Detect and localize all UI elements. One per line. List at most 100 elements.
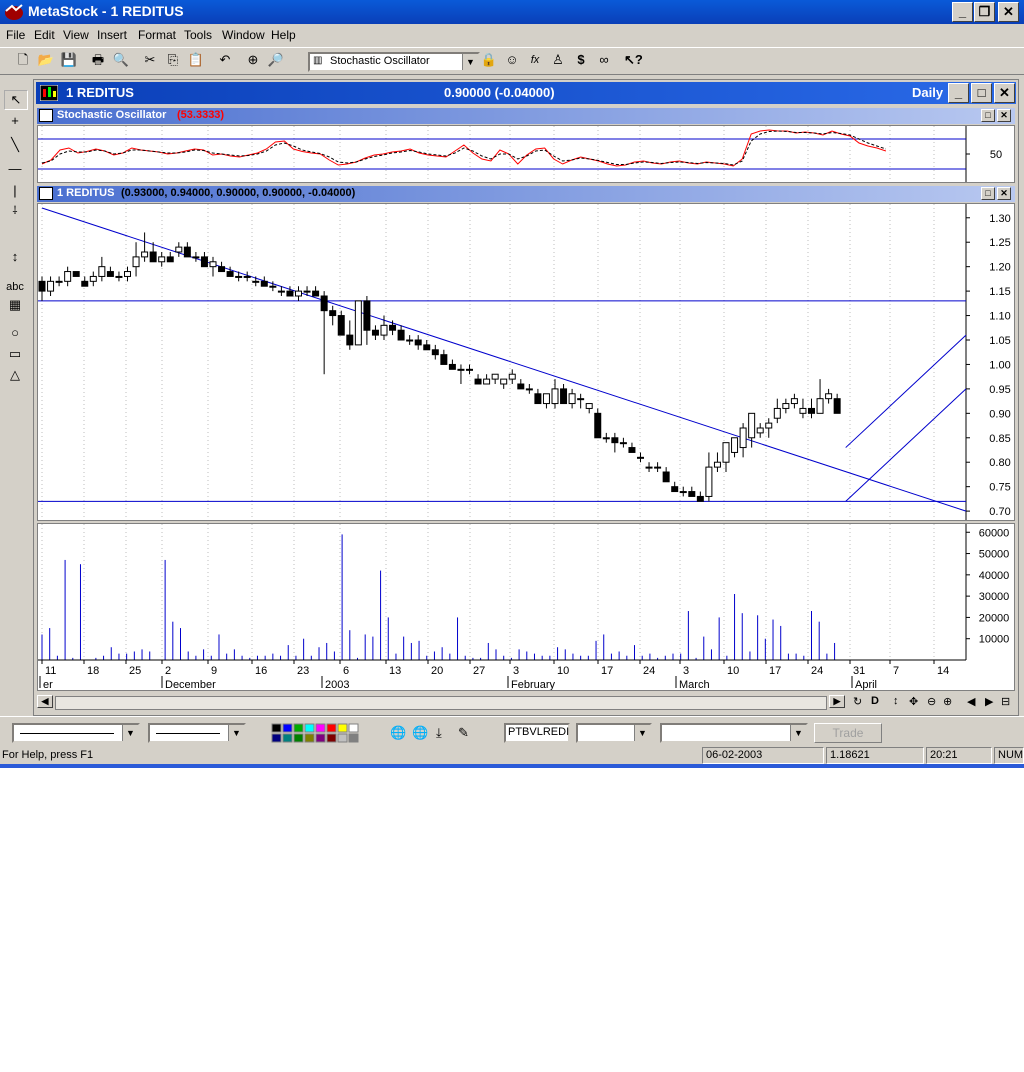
web-icon[interactable]: 🌐 xyxy=(390,725,406,741)
explorer-binoculars-icon[interactable]: ∞ xyxy=(595,51,613,69)
save-icon[interactable]: 💾 xyxy=(60,51,78,69)
scroll-left-arrow-icon[interactable]: ◀ xyxy=(37,695,53,708)
move-icon[interactable]: ✥ xyxy=(909,695,918,708)
page-left-icon[interactable]: ◀ xyxy=(967,695,975,708)
period-d-button[interactable]: D xyxy=(871,695,879,707)
chart-minimize-button[interactable]: _ xyxy=(948,83,969,103)
chevron-down-icon[interactable]: ▼ xyxy=(634,725,650,741)
trade-button[interactable]: Trade xyxy=(814,723,882,743)
menu-tools[interactable]: Tools xyxy=(184,28,212,42)
menu-file[interactable]: File xyxy=(6,28,25,42)
dollar-icon[interactable]: $ xyxy=(572,51,590,69)
candle-body xyxy=(594,412,602,439)
chart-maximize-button[interactable]: □ xyxy=(971,83,992,103)
candle-body xyxy=(440,354,448,365)
horizontal-line-tool-icon[interactable]: — xyxy=(4,160,26,178)
grid-tool-icon[interactable]: ▦ xyxy=(4,296,26,314)
price-restore-button[interactable]: □ xyxy=(981,187,995,200)
menu-view[interactable]: View xyxy=(63,28,89,42)
restore-button[interactable]: ❐ xyxy=(974,2,995,22)
chevron-down-icon[interactable]: ▼ xyxy=(462,54,478,70)
system-tester-icon[interactable]: ♙ xyxy=(549,51,567,69)
trendline-tool-icon[interactable]: ╲ xyxy=(4,136,26,154)
new-icon[interactable]: 🗋 xyxy=(14,51,32,69)
print-preview-icon[interactable]: 🔍 xyxy=(112,51,130,69)
candle-body xyxy=(132,256,140,268)
x-day-label: 24 xyxy=(811,665,823,677)
menu-window[interactable]: Window xyxy=(222,28,265,42)
print-icon[interactable]: 🖶 xyxy=(89,51,107,69)
chevron-down-icon[interactable]: ▼ xyxy=(228,725,244,741)
stoch-close-button[interactable]: ✕ xyxy=(997,109,1011,122)
menu-bar: File Edit View Insert Format Tools Windo… xyxy=(0,25,1024,45)
status-help: For Help, press F1 xyxy=(2,749,94,761)
undo-icon[interactable]: ↶ xyxy=(216,51,234,69)
vertical-line-tool-icon[interactable]: | xyxy=(4,182,26,200)
horizontal-scrollbar[interactable] xyxy=(55,696,827,710)
stoch-pane[interactable]: 50 xyxy=(37,125,1015,183)
candle-body xyxy=(731,437,739,453)
zoom-in-icon[interactable]: ⊕ xyxy=(943,695,952,708)
indicator-builder-icon[interactable]: 🔒 xyxy=(480,51,498,69)
expert-advisor-icon[interactable]: ☺ xyxy=(503,51,521,69)
chart-close-button[interactable]: ✕ xyxy=(994,83,1015,103)
price-close-button[interactable]: ✕ xyxy=(997,187,1011,200)
ellipse-tool-icon[interactable]: ○ xyxy=(4,324,26,342)
context-help-icon[interactable]: ↖? xyxy=(624,51,643,69)
pointer-tool-icon[interactable]: ↖ xyxy=(4,90,28,110)
title-bar: MetaStock - 1 REDITUS _ ❐ ✕ xyxy=(0,0,1024,24)
chart-edit-icon[interactable]: ✎ xyxy=(458,725,469,741)
account-select[interactable]: ▼ xyxy=(660,723,808,743)
paste-icon[interactable]: 📋 xyxy=(187,51,205,69)
download-icon[interactable]: ⤓ xyxy=(436,725,442,741)
text-tool-icon[interactable]: abc xyxy=(4,278,26,296)
triangle-tool-icon[interactable]: △ xyxy=(4,366,26,384)
cut-icon[interactable]: ✂ xyxy=(141,51,159,69)
y-tick-label: 1.15 xyxy=(989,286,1010,298)
zoom-out-icon[interactable]: ⊖ xyxy=(927,695,936,708)
indicator-select[interactable]: ▥ Stochastic Oscillator ▼ xyxy=(308,52,480,72)
trendline xyxy=(41,207,967,512)
symbol-field[interactable]: PTBVLREDI xyxy=(504,723,570,743)
line-weight-select[interactable]: ▼ xyxy=(148,723,246,743)
minimize-button[interactable]: _ xyxy=(952,2,973,22)
refresh-icon[interactable]: ↻ xyxy=(853,695,862,708)
menu-format[interactable]: Format xyxy=(138,28,176,42)
x-day-label: 24 xyxy=(643,665,655,677)
candle-body xyxy=(166,256,174,263)
vertical-size-icon[interactable]: ↕ xyxy=(893,695,899,707)
line-style-select[interactable]: ▼ xyxy=(12,723,140,743)
end-icon[interactable]: ⊟ xyxy=(1001,695,1010,708)
chevron-down-icon[interactable]: ▼ xyxy=(122,725,138,741)
web-refresh-icon[interactable]: 🌐 xyxy=(412,725,428,741)
indicator-select-value: Stochastic Oscillator xyxy=(330,55,430,67)
candle-body xyxy=(414,339,422,346)
color-palette[interactable] xyxy=(270,723,366,743)
scroll-right-arrow-icon[interactable]: ▶ xyxy=(829,695,845,708)
copy-icon[interactable]: ⎘ xyxy=(164,51,182,69)
price-pane[interactable]: 1.30 1.25 1.20 1.15 1.10 1.05 1.00 0.95 0.90 0.85… xyxy=(37,203,1015,521)
formula-icon[interactable]: fx xyxy=(526,51,544,69)
volume-pane[interactable]: 60000 50000 40000 30000 20000 10000 11 18 25 2 9 16… xyxy=(37,523,1015,691)
candle-body xyxy=(346,334,354,346)
open-icon[interactable]: 📂 xyxy=(37,51,55,69)
zoom-icon[interactable]: 🔎 xyxy=(267,51,285,69)
trendline xyxy=(845,334,967,448)
menu-edit[interactable]: Edit xyxy=(34,28,55,42)
close-button[interactable]: ✕ xyxy=(998,2,1019,22)
page-right-icon[interactable]: ▶ xyxy=(985,695,993,708)
y-tick-label: 1.00 xyxy=(989,359,1010,371)
rectangle-tool-icon[interactable]: ▭ xyxy=(4,345,26,363)
stoch-restore-button[interactable]: □ xyxy=(981,109,995,122)
order-type-select[interactable]: ▼ xyxy=(576,723,652,743)
candle-body xyxy=(517,383,525,390)
menu-insert[interactable]: Insert xyxy=(97,28,127,42)
fibonacci-tool-icon[interactable]: ⸸ xyxy=(4,202,26,220)
chart-window-titlebar: 1 REDITUS 0.90000 (-0.04000) Daily _ □ ✕ xyxy=(36,82,1016,104)
scroll-arrows-icon[interactable]: ↕ xyxy=(4,248,26,266)
crosshair-tool-icon[interactable]: + xyxy=(4,112,26,130)
period-label: Daily xyxy=(912,85,944,100)
crosshair-icon[interactable]: ⊕ xyxy=(244,51,262,69)
menu-help[interactable]: Help xyxy=(271,28,296,42)
chevron-down-icon[interactable]: ▼ xyxy=(790,725,806,741)
